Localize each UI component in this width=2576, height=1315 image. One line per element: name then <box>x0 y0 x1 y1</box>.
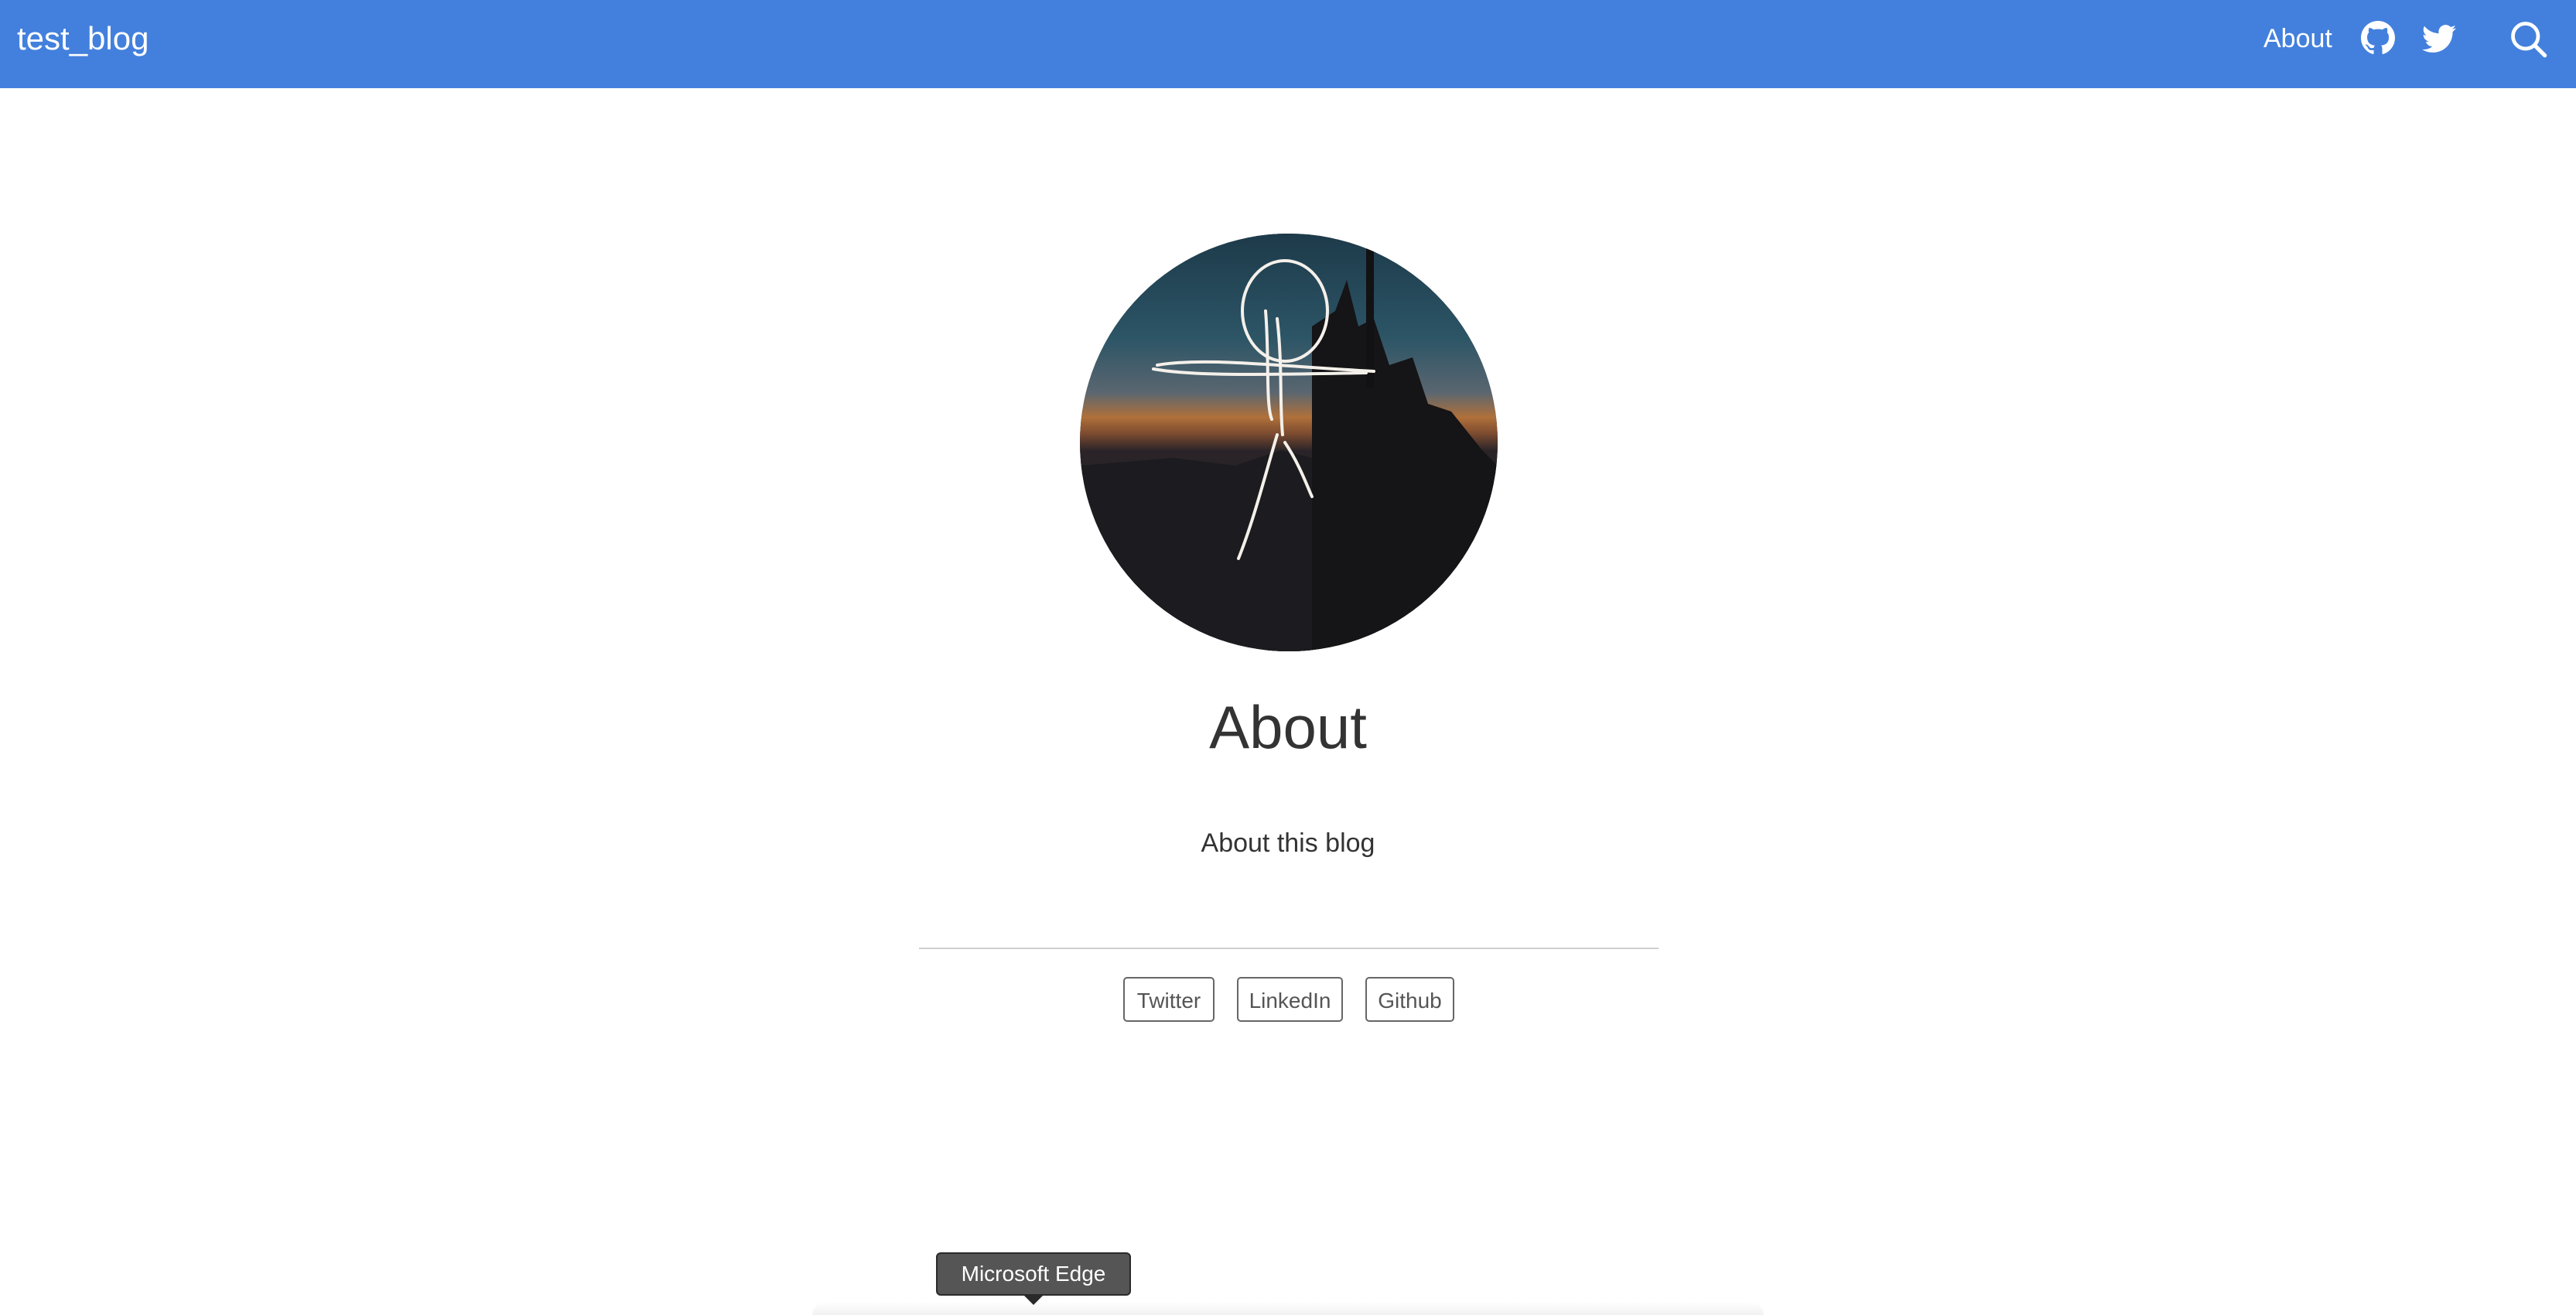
github-button[interactable]: Github <box>1365 977 1454 1022</box>
page-description: About this blog <box>1201 828 1375 858</box>
taskbar-edge <box>812 1301 1764 1315</box>
taskbar-tooltip: Microsoft Edge <box>936 1252 1131 1296</box>
content-divider <box>919 948 1659 949</box>
linkedin-button[interactable]: LinkedIn <box>1237 977 1343 1022</box>
twitter-icon[interactable] <box>2422 22 2456 56</box>
page-title: About <box>1209 693 1367 761</box>
site-brand-link[interactable]: test_blog <box>17 19 149 59</box>
search-icon[interactable] <box>2508 19 2548 59</box>
tooltip-arrow <box>1023 1294 1044 1305</box>
top-navbar: test_blog About <box>0 0 2576 88</box>
twitter-button[interactable]: Twitter <box>1123 977 1215 1022</box>
nav-about-link[interactable]: About <box>2263 22 2332 56</box>
profile-avatar-image <box>1080 234 1498 651</box>
github-icon[interactable] <box>2361 21 2395 55</box>
